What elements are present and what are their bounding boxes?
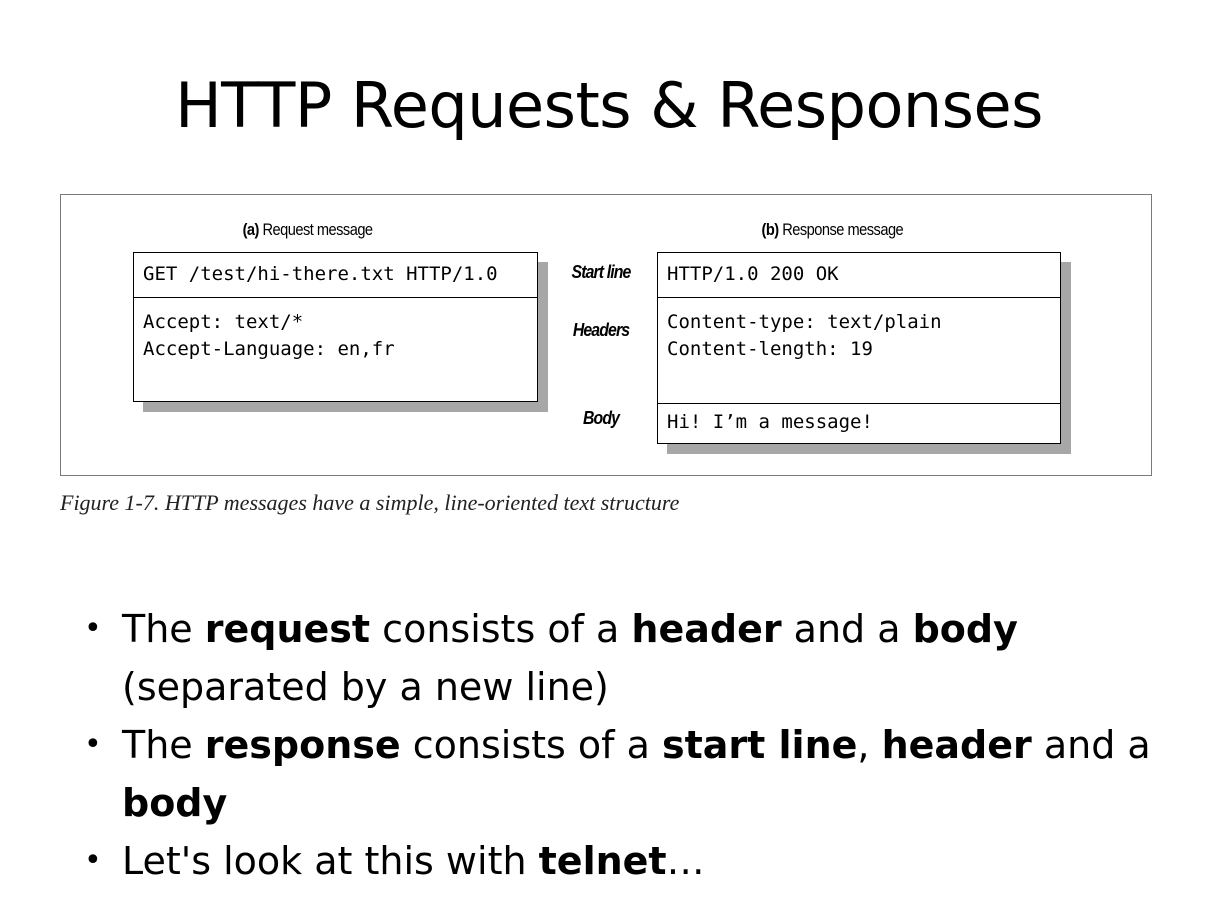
bullet-text: The — [122, 723, 205, 767]
slide-title: HTTP Requests & Responses — [175, 69, 1043, 142]
figure-caption: Figure 1-7. HTTP messages have a simple,… — [60, 490, 680, 515]
bullet-bold-text: response — [204, 723, 401, 767]
request-label-prefix: (a) — [242, 220, 260, 239]
request-message-title: (a) Request message — [243, 220, 373, 240]
bullet-dot-icon: • — [84, 727, 102, 762]
bullet-text: , — [857, 723, 882, 767]
response-start-line-row: HTTP/1.0 200 OK — [658, 253, 1060, 298]
bullet-bold-text: request — [204, 607, 371, 651]
bullet-item: • Let's look at this with telnet… — [84, 832, 1164, 890]
bullet-list: • The request consists of a header and a … — [84, 600, 1164, 890]
bullet-item: • The request consists of a header and a … — [84, 600, 1164, 716]
start-line-label: Start line — [571, 262, 632, 282]
bullet-bold-text: body — [122, 781, 228, 825]
bullet-bold-text: header — [631, 607, 782, 651]
bullet-text: … — [666, 839, 705, 883]
request-headers: Accept: text/* Accept-Language: en,fr — [143, 311, 395, 360]
bullet-text: (separated by a new line) — [122, 665, 609, 709]
response-message-title: (b) Response message — [762, 220, 904, 240]
bullet-bold-text: body — [912, 607, 1018, 651]
bullet-bold-text: telnet — [538, 839, 667, 883]
request-message-box: GET /test/hi-there.txt HTTP/1.0 Accept: … — [133, 252, 538, 402]
bullet-text: The — [122, 607, 205, 651]
response-message-box: HTTP/1.0 200 OK Content-type: text/plain… — [657, 252, 1061, 444]
response-label-text: Response message — [778, 220, 904, 239]
response-headers-row: Content-type: text/plain Content-length:… — [658, 297, 1060, 404]
body-label: Body — [582, 408, 620, 428]
bullet-item: • The response consists of a start line, … — [84, 716, 1164, 832]
response-start-line: HTTP/1.0 200 OK — [667, 263, 839, 285]
request-start-line: GET /test/hi-there.txt HTTP/1.0 — [143, 263, 498, 285]
bullet-dot-icon: • — [84, 611, 102, 646]
bullet-bold-text: start line — [661, 723, 858, 767]
bullet-bold-text: header — [881, 723, 1032, 767]
response-body: Hi! I’m a message! — [667, 411, 873, 433]
request-label-text: Request message — [258, 220, 373, 239]
bullet-dot-icon: • — [84, 843, 102, 878]
bullet-text: and a — [781, 607, 913, 651]
bullet-text: and a — [1031, 723, 1151, 767]
bullet-text: consists of a — [400, 723, 662, 767]
bullet-text: consists of a — [370, 607, 632, 651]
response-headers: Content-type: text/plain Content-length:… — [667, 311, 942, 360]
request-start-line-row: GET /test/hi-there.txt HTTP/1.0 — [134, 253, 537, 298]
bullet-text: Let's look at this with — [122, 839, 539, 883]
response-label-prefix: (b) — [761, 220, 780, 239]
headers-label: Headers — [572, 320, 630, 340]
